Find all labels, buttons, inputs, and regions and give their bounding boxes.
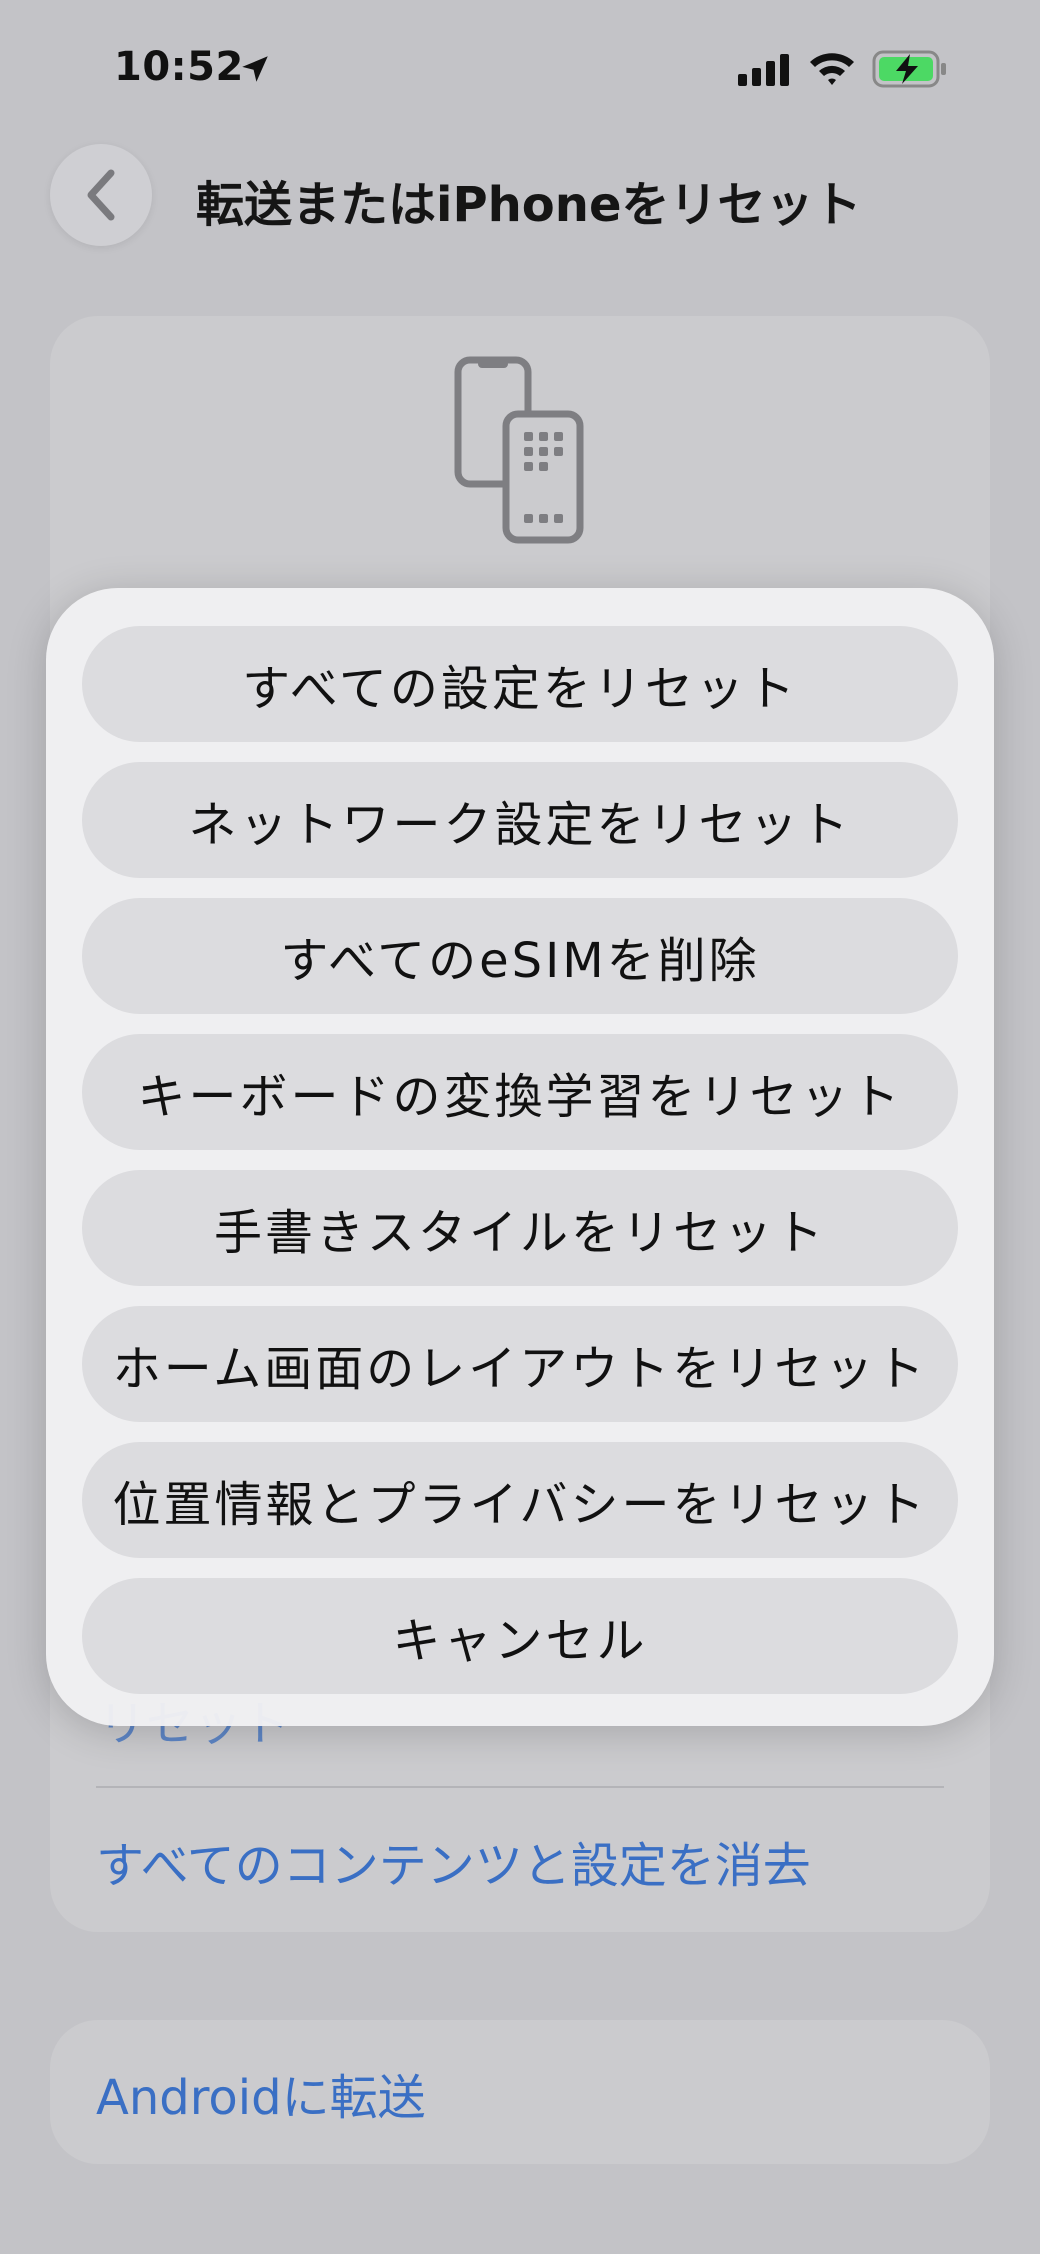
reset-keyboard-dictionary-button[interactable]: キーボードの変換学習をリセット: [82, 1034, 958, 1150]
wifi-icon: [810, 53, 854, 85]
reset-handwriting-button[interactable]: 手書きスタイルをリセット: [82, 1170, 958, 1286]
reset-home-layout-button[interactable]: ホーム画面のレイアウトをリセット: [82, 1306, 958, 1422]
reset-network-settings-button[interactable]: ネットワーク設定をリセット: [82, 762, 958, 878]
back-button[interactable]: [50, 144, 152, 246]
cancel-button[interactable]: キャンセル: [82, 1578, 958, 1694]
cellular-signal-icon: [738, 54, 789, 86]
reset-all-settings-button[interactable]: すべての設定をリセット: [82, 626, 958, 742]
status-bar: 10:52: [0, 0, 1040, 140]
two-phones-transfer-icon: [454, 356, 584, 544]
transfer-to-android-row[interactable]: Androidに転送: [96, 2058, 426, 2128]
page-title: 転送またはiPhoneをリセット: [196, 177, 862, 233]
battery-charging-icon: [872, 50, 946, 88]
status-time: 10:52: [114, 44, 244, 90]
reset-location-privacy-button[interactable]: 位置情報とプライバシーをリセット: [82, 1442, 958, 1558]
location-arrow-icon: [242, 56, 268, 82]
reset-action-sheet: すべての設定をリセット ネットワーク設定をリセット すべてのeSIMを削除 キー…: [46, 588, 994, 1726]
divider: [96, 1786, 944, 1788]
erase-all-content-row[interactable]: すべてのコンテンツと設定を消去: [96, 1826, 811, 1896]
chevron-left-icon: [87, 169, 115, 221]
delete-all-esim-button[interactable]: すべてのeSIMを削除: [82, 898, 958, 1014]
